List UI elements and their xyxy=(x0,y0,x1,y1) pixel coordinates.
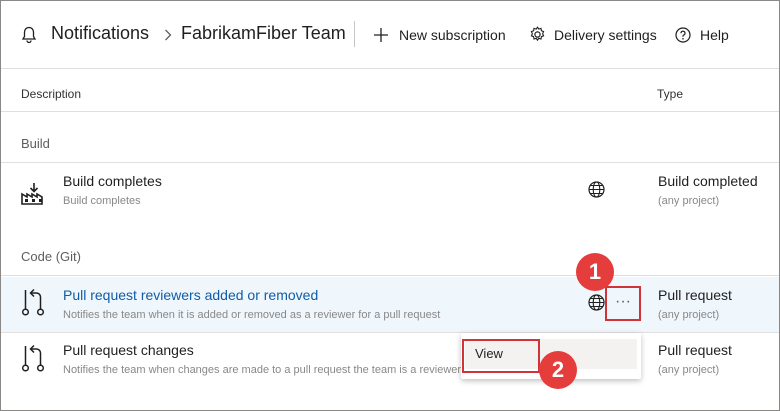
callout-badge-1: 1 xyxy=(576,253,614,291)
header-separator xyxy=(1,68,779,69)
bell-icon xyxy=(21,26,37,44)
add-icon xyxy=(373,27,389,43)
highlight-box-more-actions xyxy=(605,286,641,321)
group-label-code-git: Code (Git) xyxy=(21,249,81,264)
column-header-separator xyxy=(1,111,779,112)
row-project: (any project) xyxy=(658,195,720,207)
pull-request-icon xyxy=(21,343,45,373)
row-type: Pull request xyxy=(658,342,732,358)
row-title: Build completes xyxy=(63,173,162,189)
row-subtitle: Notifies the team when it is added or re… xyxy=(63,309,441,321)
table-row[interactable]: Pull request changes Notifies the team w… xyxy=(1,333,779,388)
globe-icon xyxy=(588,294,605,311)
build-icon xyxy=(21,183,47,205)
breadcrumb-team[interactable]: FabrikamFiber Team xyxy=(181,23,346,44)
breadcrumb-root[interactable]: Notifications xyxy=(51,23,149,44)
row-project: (any project) xyxy=(658,364,720,376)
column-header-type[interactable]: Type xyxy=(657,87,683,101)
help-label: Help xyxy=(700,27,729,43)
table-row[interactable]: Build completes Build completes Build co… xyxy=(1,163,779,218)
new-subscription-label: New subscription xyxy=(399,27,506,43)
help-icon xyxy=(675,27,691,43)
callout-badge-2: 2 xyxy=(539,351,577,389)
table-row[interactable]: Pull request reviewers added or removed … xyxy=(1,277,779,332)
row-type: Pull request xyxy=(658,287,732,303)
row-subtitle: Build completes xyxy=(63,195,141,207)
row-title: Pull request changes xyxy=(63,342,194,358)
notifications-panel: Notifications FabrikamFiber Team New sub… xyxy=(0,0,780,411)
delivery-settings-label: Delivery settings xyxy=(554,27,657,43)
column-header-description[interactable]: Description xyxy=(21,87,81,101)
group-label-build: Build xyxy=(21,136,50,151)
highlight-box-view xyxy=(462,339,540,373)
group-separator xyxy=(1,275,779,276)
header-divider xyxy=(354,21,355,47)
row-type: Build completed xyxy=(658,173,758,189)
row-title-link[interactable]: Pull request reviewers added or removed xyxy=(63,287,318,303)
chevron-right-icon xyxy=(164,29,172,41)
row-subtitle: Notifies the team when changes are made … xyxy=(63,364,462,376)
globe-icon xyxy=(588,181,605,198)
gear-icon xyxy=(529,26,546,43)
row-project: (any project) xyxy=(658,309,720,321)
pull-request-icon xyxy=(21,287,45,317)
